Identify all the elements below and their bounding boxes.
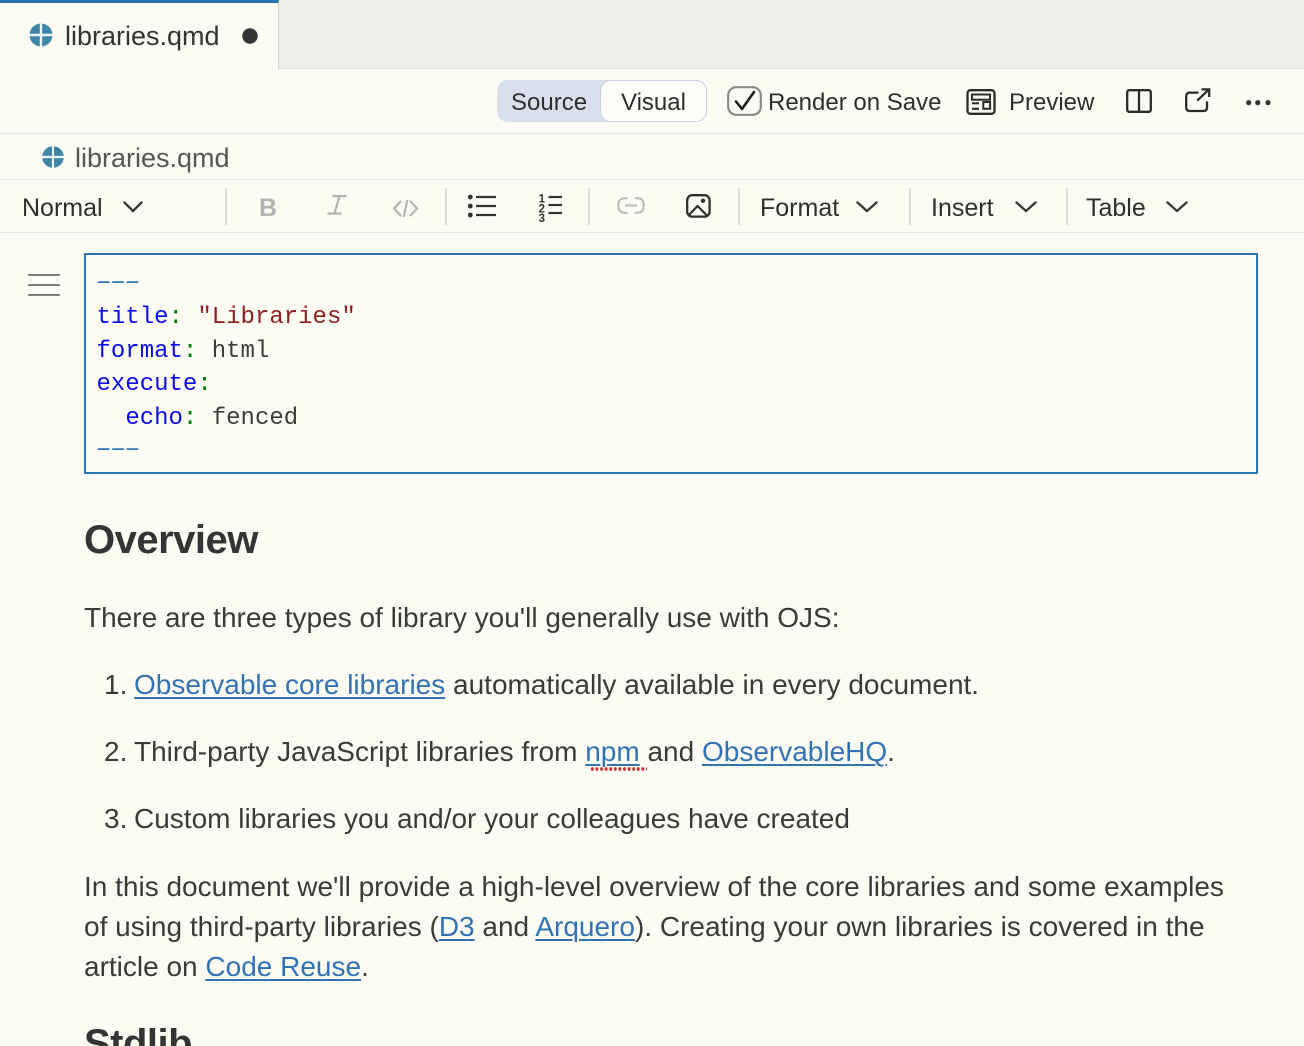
svg-text:3: 3 — [539, 213, 545, 222]
